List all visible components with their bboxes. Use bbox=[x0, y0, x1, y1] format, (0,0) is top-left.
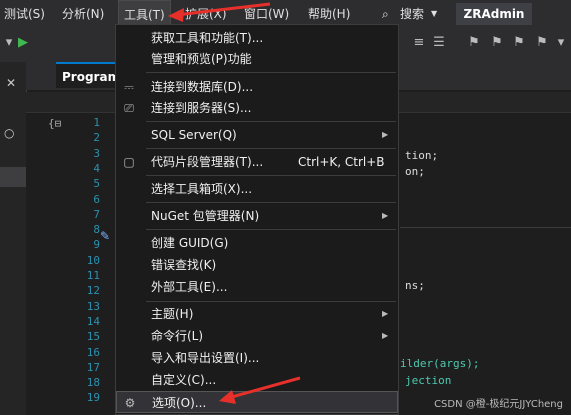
line-number: 6 bbox=[93, 192, 100, 206]
menu-separator bbox=[146, 148, 396, 149]
submenu-arrow-icon: ▶ bbox=[382, 130, 389, 139]
search-button[interactable]: 搜索 bbox=[400, 0, 424, 28]
menu-separator bbox=[146, 121, 396, 122]
editor-divider bbox=[400, 227, 571, 228]
submenu-arrow-icon: ▶ bbox=[382, 211, 389, 220]
submenu-arrow-icon: ▶ bbox=[382, 331, 389, 340]
line-number: 3 bbox=[93, 146, 100, 160]
menu-test[interactable]: 测试(S) bbox=[4, 0, 45, 28]
line-number: 13 bbox=[86, 299, 100, 313]
line-number: 2 bbox=[93, 131, 100, 145]
menu-item-manage-preview[interactable]: 管理和预览(P)功能 bbox=[116, 48, 398, 70]
format-icon[interactable]: ≡ bbox=[412, 36, 426, 50]
bookmark-icon[interactable]: ⚑ bbox=[467, 36, 481, 50]
menu-item-get-tools[interactable]: 获取工具和功能(T)... bbox=[116, 27, 398, 49]
overflow-icon[interactable]: ▾ bbox=[554, 36, 568, 50]
solution-name-badge: ZRAdmin bbox=[456, 3, 532, 25]
chevron-down-icon[interactable]: ▼ bbox=[431, 0, 437, 28]
code-fragment: ns; bbox=[405, 279, 425, 292]
line-number: 8 bbox=[93, 223, 100, 237]
close-icon[interactable]: ✕ bbox=[6, 76, 16, 90]
code-fragment: ilder(args); bbox=[400, 357, 480, 370]
menu-separator bbox=[146, 175, 396, 176]
menu-item-customize[interactable]: 自定义(C)... bbox=[116, 369, 398, 391]
menu-separator bbox=[146, 301, 396, 302]
line-number: 12 bbox=[86, 284, 100, 298]
bookmark-prev-icon[interactable]: ⚑ bbox=[490, 36, 504, 50]
tools-menu: 获取工具和功能(T)... 管理和预览(P)功能 ⎓ 连接到数据库(D)... ⎚… bbox=[115, 24, 399, 415]
line-number: 19 bbox=[86, 391, 100, 405]
menu-item-create-guid[interactable]: 创建 GUID(G) bbox=[116, 232, 398, 254]
code-fragment: jection bbox=[405, 374, 452, 387]
menu-item-options[interactable]: ⚙ 选项(O)... bbox=[116, 391, 398, 413]
left-tool-strip: ✕ ○ bbox=[0, 62, 27, 415]
menu-item-error-lookup[interactable]: 错误查找(K) bbox=[116, 254, 398, 276]
database-connect-icon: ⎓ bbox=[124, 80, 134, 94]
menu-analyze[interactable]: 分析(N) bbox=[62, 0, 104, 28]
menu-item-toolbox-items[interactable]: 选择工具箱项(X)... bbox=[116, 178, 398, 200]
line-number: 15 bbox=[86, 330, 100, 344]
code-fragment: on; bbox=[405, 165, 425, 178]
menu-item-sql-server[interactable]: SQL Server(Q) ▶ bbox=[116, 124, 398, 146]
menu-item-external-tools[interactable]: 外部工具(E)... bbox=[116, 276, 398, 298]
watermark: CSDN @橙-极纪元JJYCheng bbox=[434, 399, 563, 410]
line-number: 1 bbox=[93, 116, 100, 129]
submenu-arrow-icon: ▶ bbox=[382, 309, 389, 318]
panel-selection bbox=[0, 167, 26, 187]
run-icon[interactable]: ▶ bbox=[16, 36, 30, 50]
snippet-manager-icon: ▢ bbox=[123, 155, 135, 169]
menu-separator bbox=[146, 229, 396, 230]
dropdown-icon[interactable]: ▾ bbox=[2, 36, 16, 50]
menu-separator bbox=[146, 72, 396, 73]
menu-item-nuget[interactable]: NuGet 包管理器(N) ▶ bbox=[116, 205, 398, 227]
menu-item-import-export[interactable]: 导入和导出设置(I)... bbox=[116, 347, 398, 369]
line-number: 5 bbox=[93, 177, 100, 191]
menu-item-theme[interactable]: 主题(H) ▶ bbox=[116, 303, 398, 325]
line-number: 10 bbox=[86, 253, 100, 267]
line-number: 18 bbox=[86, 376, 100, 390]
bookmark-clear-icon[interactable]: ⚑ bbox=[535, 36, 549, 50]
bookmark-next-icon[interactable]: ⚑ bbox=[512, 36, 526, 50]
line-number: 16 bbox=[86, 345, 100, 359]
menu-separator bbox=[146, 202, 396, 203]
gear-icon: ⚙ bbox=[124, 396, 136, 410]
menu-item-connect-database[interactable]: ⎓ 连接到数据库(D)... bbox=[116, 76, 398, 98]
collapse-icon[interactable]: {⊟ bbox=[48, 117, 61, 130]
line-number: 7 bbox=[93, 207, 100, 221]
server-connect-icon: ⎚ bbox=[124, 101, 134, 115]
line-number: 17 bbox=[86, 360, 100, 374]
line-number: 11 bbox=[86, 269, 100, 282]
pin-icon[interactable]: ○ bbox=[4, 126, 14, 140]
list-icon[interactable]: ☰ bbox=[432, 36, 446, 50]
code-fragment: tion; bbox=[405, 149, 439, 162]
menu-item-connect-server[interactable]: ⎚ 连接到服务器(S)... bbox=[116, 97, 398, 119]
line-number: 9 bbox=[93, 238, 100, 252]
line-number: 4 bbox=[93, 161, 100, 175]
line-number: 14 bbox=[86, 314, 100, 328]
edit-pencil-icon[interactable]: ✎ bbox=[100, 229, 110, 243]
menu-item-snippet-manager[interactable]: ▢ 代码片段管理器(T)... Ctrl+K, Ctrl+B bbox=[116, 151, 398, 173]
menu-item-command-line[interactable]: 命令行(L) ▶ bbox=[116, 325, 398, 347]
